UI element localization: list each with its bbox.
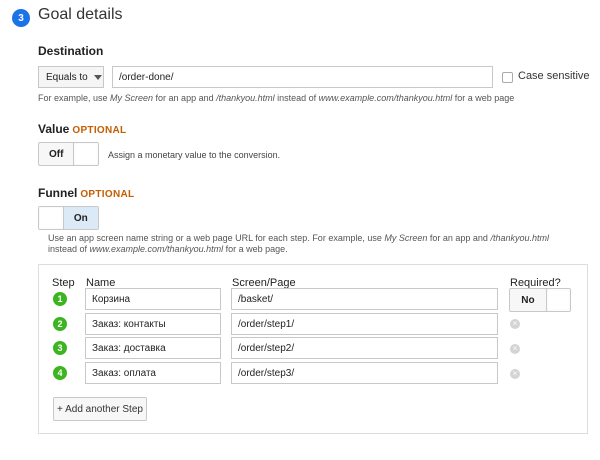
match-type-dropdown[interactable]: Equals to xyxy=(38,66,104,88)
step-name-input[interactable] xyxy=(85,313,221,335)
step-name-input[interactable] xyxy=(85,337,221,359)
match-type-value: Equals to xyxy=(46,71,88,83)
column-header-step: Step xyxy=(52,277,75,289)
value-toggle-state: Off xyxy=(48,148,64,160)
funnel-hint-line2: instead of www.example.com/thankyou.html… xyxy=(48,244,288,254)
funnel-hint-line1: Use an app screen name string or a web p… xyxy=(48,233,549,243)
step-screen-input[interactable] xyxy=(231,362,498,384)
toggle-knob xyxy=(39,207,64,229)
remove-step-icon[interactable]: × xyxy=(510,344,520,354)
required-toggle-state: No xyxy=(521,294,535,306)
step-number-badge: 4 xyxy=(53,366,67,380)
destination-input[interactable] xyxy=(112,66,493,88)
step-number-badge: 1 xyxy=(53,292,67,306)
case-sensitive-checkbox[interactable] xyxy=(502,72,513,83)
remove-step-icon[interactable]: × xyxy=(510,369,520,379)
value-description: Assign a monetary value to the conversio… xyxy=(108,150,281,160)
value-toggle[interactable]: Off xyxy=(38,142,99,166)
value-label: Value OPTIONAL xyxy=(38,122,127,136)
section-step-badge: 3 xyxy=(12,9,30,27)
toggle-knob xyxy=(545,289,570,311)
destination-hint: For example, use My Screen for an app an… xyxy=(38,93,515,103)
required-toggle[interactable]: No xyxy=(509,288,571,312)
step-number-badge: 2 xyxy=(53,317,67,331)
funnel-toggle[interactable]: On xyxy=(38,206,99,230)
step-screen-input[interactable] xyxy=(231,288,498,310)
funnel-toggle-state: On xyxy=(63,207,98,229)
add-step-button[interactable]: + Add another Step xyxy=(53,397,147,421)
page-title: Goal details xyxy=(38,6,123,23)
chevron-down-icon xyxy=(93,74,102,80)
funnel-optional-tag: OPTIONAL xyxy=(80,189,135,200)
step-name-input[interactable] xyxy=(85,362,221,384)
step-number-badge: 3 xyxy=(53,341,67,355)
destination-label: Destination xyxy=(38,44,104,58)
funnel-label: Funnel OPTIONAL xyxy=(38,186,135,200)
case-sensitive-label: Case sensitive xyxy=(518,70,590,82)
toggle-knob xyxy=(73,143,98,165)
remove-step-icon[interactable]: × xyxy=(510,319,520,329)
value-optional-tag: OPTIONAL xyxy=(72,125,127,136)
step-screen-input[interactable] xyxy=(231,337,498,359)
step-screen-input[interactable] xyxy=(231,313,498,335)
step-name-input[interactable] xyxy=(85,288,221,310)
